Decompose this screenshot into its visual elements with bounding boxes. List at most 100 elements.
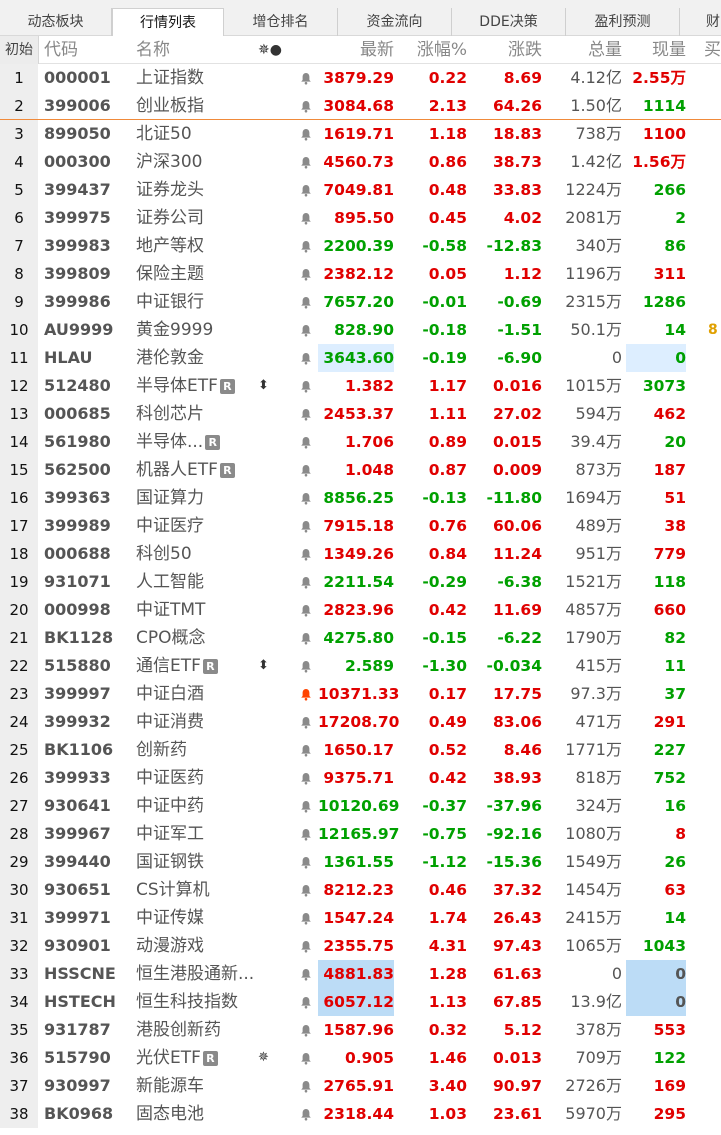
table-row[interactable]: 25 BK1106 创新药 1650.17 0.52 8.46 1771万 227 [0,736,721,764]
header-buy[interactable]: 买 [704,36,721,64]
stock-name[interactable]: 国证算力 [136,484,286,512]
stock-name[interactable]: 北证50 [136,120,286,148]
stock-code[interactable]: 899050 [44,120,111,148]
table-row[interactable]: 28 399967 中证军工 12165.97 -0.75 -92.16 1080万 8 [0,820,721,848]
header-change[interactable]: 涨跌 [470,36,542,64]
bell-icon[interactable] [300,568,314,596]
table-row[interactable]: 24 399932 中证消费 17208.70 0.49 83.06 471万 291 [0,708,721,736]
stock-code[interactable]: 000998 [44,596,111,624]
stock-name[interactable]: 半导体... R [136,428,286,456]
bell-icon[interactable] [300,848,314,876]
bell-icon[interactable] [300,1100,314,1128]
stock-name[interactable]: 恒生科技指数 [136,988,286,1016]
bell-icon[interactable] [300,1016,314,1044]
table-row[interactable]: 9 399986 中证银行 7657.20 -0.01 -0.69 2315万 1286 [0,288,721,316]
header-index[interactable]: 初始 [0,36,39,64]
bell-icon[interactable] [300,988,314,1016]
table-row[interactable]: 16 399363 国证算力 8856.25 -0.13 -11.80 1694万 51 [0,484,721,512]
table-row[interactable]: 32 930901 动漫游戏 2355.75 4.31 97.43 1065万 1043 [0,932,721,960]
header-pct[interactable]: 涨幅% [400,36,467,64]
bell-icon[interactable] [300,1044,314,1072]
stock-code[interactable]: 000688 [44,540,111,568]
bell-icon[interactable] [300,176,314,204]
table-row[interactable]: 5 399437 证券龙头 7049.81 0.48 33.83 1224万 266 [0,176,721,204]
stock-name[interactable]: 科创芯片 [136,400,286,428]
bell-icon[interactable] [300,148,314,176]
stock-name[interactable]: 中证消费 [136,708,286,736]
bell-icon[interactable] [300,400,314,428]
bell-icon[interactable] [300,484,314,512]
table-row[interactable]: 10 AU9999 黄金9999 828.90 -0.18 -1.51 50.1万 14 8 [0,316,721,344]
table-row[interactable]: 18 000688 科创50 1349.26 0.84 11.24 951万 779 [0,540,721,568]
table-row[interactable]: 27 930641 中证中药 10120.69 -0.37 -37.96 324万 16 [0,792,721,820]
stock-code[interactable]: 931071 [44,568,111,596]
table-row[interactable]: 34 HSTECH 恒生科技指数 6057.12 1.13 67.85 13.9亿 0 [0,988,721,1016]
stock-code[interactable]: 562500 [44,456,111,484]
tab-position-rank[interactable]: 增仓排名 [224,8,338,36]
stock-name[interactable]: 证券龙头 [136,176,286,204]
stock-name[interactable]: 证券公司 [136,204,286,232]
stock-code[interactable]: BK0968 [44,1100,113,1128]
bell-icon[interactable] [300,932,314,960]
stock-name[interactable]: 中证医药 [136,764,286,792]
tab-dynamic-sector[interactable]: 动态板块 [0,8,112,36]
stock-name[interactable]: 中证军工 [136,820,286,848]
table-row[interactable]: 29 399440 国证钢铁 1361.55 -1.12 -15.36 1549万 26 [0,848,721,876]
stock-name[interactable]: 固态电池 [136,1100,286,1128]
stock-name[interactable]: 创业板指 [136,92,286,120]
stock-code[interactable]: 515880 [44,652,111,680]
stock-name[interactable]: 人工智能 [136,568,286,596]
stock-code[interactable]: HLAU [44,344,92,372]
table-row[interactable]: 7 399983 地产等权 2200.39 -0.58 -12.83 340万 86 [0,232,721,260]
table-row[interactable]: 1 000001 上证指数 3879.29 0.22 8.69 4.12亿 2.55万 [0,64,721,92]
bell-icon[interactable] [300,1072,314,1100]
table-row[interactable]: 37 930997 新能源车 2765.91 3.40 90.97 2726万 169 [0,1072,721,1100]
stock-code[interactable]: BK1106 [44,736,113,764]
bell-icon[interactable] [300,652,314,680]
stock-code[interactable]: HSSCNE [44,960,116,988]
stock-name[interactable]: 创新药 [136,736,286,764]
tab-quote-list[interactable]: 行情列表 [112,8,224,37]
tab-profit-forecast[interactable]: 盈利预测 [566,8,680,36]
stock-name[interactable]: CPO概念 [136,624,286,652]
table-row[interactable]: 15 562500 机器人ETF R 1.048 0.87 0.009 873万 187 [0,456,721,484]
table-row[interactable]: 23 399997 中证白酒 10371.33 0.17 17.75 97.3万 37 [0,680,721,708]
header-volume[interactable]: 总量 [548,36,622,64]
stock-name[interactable]: 港伦敦金 [136,344,286,372]
stock-code[interactable]: 399997 [44,680,111,708]
stock-name[interactable]: 机器人ETF R [136,456,286,484]
stock-code[interactable]: 399989 [44,512,111,540]
bell-icon[interactable] [300,372,314,400]
table-row[interactable]: 17 399989 中证医疗 7915.18 0.76 60.06 489万 38 [0,512,721,540]
stock-code[interactable]: 399006 [44,92,111,120]
stock-name[interactable]: 中证医疗 [136,512,286,540]
stock-code[interactable]: 561980 [44,428,111,456]
stock-name[interactable]: 新能源车 [136,1072,286,1100]
stock-code[interactable]: 930901 [44,932,111,960]
stock-code[interactable]: 399986 [44,288,111,316]
header-price[interactable]: 最新 [318,36,394,64]
bell-icon[interactable] [300,344,314,372]
stock-name[interactable]: 黄金9999 [136,316,286,344]
bell-icon[interactable] [300,792,314,820]
tab-finance[interactable]: 财 [680,8,721,36]
table-row[interactable]: 36 515790 光伏ETF R ✵ 0.905 1.46 0.013 709万 122 [0,1044,721,1072]
stock-code[interactable]: 399932 [44,708,111,736]
stock-code[interactable]: 000300 [44,148,111,176]
stock-name[interactable]: 动漫游戏 [136,932,286,960]
table-row[interactable]: 38 BK0968 固态电池 2318.44 1.03 23.61 5970万 295 [0,1100,721,1128]
stock-name[interactable]: 地产等权 [136,232,286,260]
bell-icon[interactable] [300,428,314,456]
stock-name[interactable]: 中证白酒 [136,680,286,708]
stock-code[interactable]: 512480 [44,372,111,400]
stock-name[interactable]: 中证TMT [136,596,286,624]
stock-code[interactable]: 399440 [44,848,111,876]
stock-name[interactable]: 沪深300 [136,148,286,176]
table-row[interactable]: 2 399006 创业板指 3084.68 2.13 64.26 1.50亿 1114 [0,92,721,120]
table-row[interactable]: 8 399809 保险主题 2382.12 0.05 1.12 1196万 311 [0,260,721,288]
stock-code[interactable]: HSTECH [44,988,116,1016]
bell-icon[interactable] [300,540,314,568]
stock-name[interactable]: CS计算机 [136,876,286,904]
table-row[interactable]: 22 515880 通信ETF R ⬍ 2.589 -1.30 -0.034 415万 11 [0,652,721,680]
stock-code[interactable]: AU9999 [44,316,113,344]
